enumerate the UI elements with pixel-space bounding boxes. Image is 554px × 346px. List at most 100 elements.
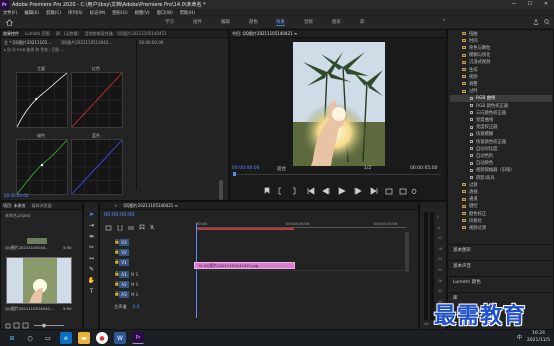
effects-item[interactable]: 自动颜色 (450, 160, 552, 167)
task-view-icon[interactable]: ▭ (42, 332, 54, 344)
razor-tool-icon[interactable]: ✂ (87, 243, 96, 252)
effects-item[interactable]: 过时 (450, 88, 552, 95)
effects-item[interactable]: 键控 (450, 203, 552, 210)
timeline-clip[interactable]: fx QQ图片20211105140421.jpg (194, 262, 295, 269)
panel-lumetri-color[interactable]: Lumetri 颜色 (449, 276, 552, 285)
effects-item[interactable]: 视频过渡 (450, 224, 552, 231)
workspace-color[interactable]: 颜色 (249, 19, 258, 25)
timeline-vertical-scrollbar[interactable] (405, 232, 409, 272)
track-label-v3[interactable]: V3 (119, 239, 129, 246)
ripple-edit-tool-icon[interactable]: ⇹ (87, 232, 96, 241)
menu-marker[interactable]: 标记(M) (90, 10, 106, 16)
workspace-assembly[interactable]: 组件 (193, 19, 202, 25)
search-icon[interactable] (544, 19, 550, 25)
workspace-libraries[interactable]: 库 (360, 19, 364, 25)
tab-source[interactable]: 源：(无剪辑) (56, 31, 79, 37)
tab-audio-clip-mixer[interactable]: 音频剪辑混合器：QQ图片20211105140421 (85, 31, 167, 37)
tab-lumetri-scopes[interactable]: Lumetri 范围 (25, 31, 50, 37)
program-scrubber[interactable] (233, 174, 441, 175)
master-curve[interactable] (16, 72, 68, 128)
timeline-timecode[interactable]: 00:00:00:00 (104, 212, 135, 218)
chrome-icon[interactable]: ● (96, 332, 108, 344)
effects-item[interactable]: 阴影/高光 (450, 174, 552, 181)
effects-item[interactable]: 三向颜色校正器 (450, 109, 552, 116)
project-item2-name[interactable]: QQ图片2021110514042... (5, 306, 54, 312)
effects-item[interactable]: 自动色阶 (450, 152, 552, 159)
menu-graphics[interactable]: 图形(G) (112, 10, 127, 16)
premiere-taskbar-icon[interactable]: Pr (132, 332, 144, 344)
effects-item[interactable]: 视频限幅器（旧版） (450, 167, 552, 174)
effects-item[interactable]: 时间 (450, 37, 552, 44)
menu-sequence[interactable]: 序列(S) (68, 10, 83, 16)
home-icon[interactable] (6, 19, 13, 26)
track-label-v2[interactable]: V2 (119, 249, 129, 256)
slip-tool-icon[interactable]: ↔ (87, 254, 96, 263)
minimize-button[interactable]: — (506, 0, 522, 9)
menu-clip[interactable]: 剪辑(C) (46, 10, 61, 16)
program-title[interactable]: 节目: QQ图片20211105140421 ≡ (232, 31, 297, 37)
workspace-audio[interactable]: 音频 (304, 19, 313, 25)
red-curve[interactable] (71, 72, 123, 128)
menu-help[interactable]: 帮助(H) (180, 10, 195, 16)
track-label-a3[interactable]: A3 (119, 291, 129, 298)
tab-project[interactable]: 项目: 未命名 (3, 203, 26, 209)
search-icon[interactable]: ○ (24, 332, 36, 344)
tab-effect-controls[interactable]: 效果控件 (3, 31, 19, 37)
playhead-marker[interactable] (233, 172, 236, 176)
effects-item[interactable]: RGB 颜色校正器 (450, 102, 552, 109)
effects-item[interactable]: 颜色校正 (450, 210, 552, 217)
effects-item[interactable]: RGB 曲线 (450, 94, 552, 102)
menu-file[interactable]: 文件(F) (3, 10, 17, 16)
effects-item[interactable]: 自动对比度 (450, 145, 552, 152)
tab-media-browser[interactable]: 媒体浏览器 (32, 203, 52, 209)
effects-item[interactable]: 调整 (450, 80, 552, 87)
windows-start-icon[interactable]: ⊞ (6, 332, 18, 344)
effects-item[interactable]: 通道 (450, 196, 552, 203)
scrollbar[interactable] (219, 180, 223, 200)
workspace-more-button[interactable]: » (443, 18, 446, 23)
effects-item[interactable]: 快速颜色校正器 (450, 138, 552, 145)
menu-window[interactable]: 窗口(W) (157, 10, 173, 16)
effects-item[interactable]: 视频 (450, 73, 552, 80)
file-explorer-icon[interactable]: ▬ (78, 332, 90, 344)
menu-view[interactable]: 视图(V) (135, 10, 150, 16)
timeline-sequence-tab[interactable]: QQ图片20211105140421 ≡ (123, 203, 178, 209)
edge-icon[interactable]: e (60, 332, 72, 344)
system-clock[interactable]: 16:24 2021/11/5 (527, 331, 550, 344)
effects-item[interactable]: 扭曲 (450, 30, 552, 37)
workspace-editing[interactable]: 编辑 (221, 19, 230, 25)
master-track-value[interactable]: 0.0 (133, 304, 140, 309)
effects-item[interactable]: 透视 (450, 188, 552, 195)
fit-dropdown[interactable]: 适合 (277, 166, 286, 172)
workspace-effects[interactable]: 效果 (276, 19, 285, 26)
selection-tool-icon[interactable]: ➤ (87, 210, 96, 219)
quick-export-icon[interactable] (533, 19, 539, 25)
program-timecode[interactable]: 00:00:00:00 (232, 166, 259, 171)
hand-tool-icon[interactable]: ✋ (87, 276, 96, 285)
workspace-learn[interactable]: 学习 (165, 19, 174, 25)
menu-edit[interactable]: 编辑(E) (24, 10, 39, 16)
close-button[interactable]: ✕ (538, 0, 554, 9)
effects-item[interactable]: 快速模糊 (450, 131, 552, 138)
input-language[interactable]: 中 (517, 334, 522, 341)
effects-item[interactable]: 生成 (450, 66, 552, 73)
effects-item[interactable]: 沉浸式视频 (450, 59, 552, 66)
effects-item[interactable]: 风格化 (450, 217, 552, 224)
type-tool-icon[interactable]: T (87, 287, 96, 296)
track-label-a2[interactable]: A2 (119, 281, 129, 288)
track-label-a1[interactable]: A1 (119, 271, 129, 278)
word-icon[interactable]: W (114, 332, 126, 344)
workspace-graphics[interactable]: 图形 (332, 19, 341, 25)
close-icon[interactable]: × (114, 203, 117, 208)
panel-basic-graphics[interactable]: 基本图形 (449, 244, 552, 253)
panel-basic-sound[interactable]: 基本声音 (449, 260, 552, 269)
effects-item[interactable]: 亮度曲线 (450, 116, 552, 123)
maximize-button[interactable]: ☐ (522, 0, 538, 9)
pen-tool-icon[interactable]: ✎ (87, 265, 96, 274)
work-area-bar[interactable] (196, 228, 294, 230)
effects-item[interactable]: 杂色与颗粒 (450, 44, 552, 51)
track-label-v1[interactable]: V1 (119, 259, 129, 266)
project-thumbnail[interactable] (6, 257, 72, 304)
track-select-tool-icon[interactable]: ⇥ (87, 221, 96, 230)
resolution-dropdown[interactable]: 1/2 (364, 166, 371, 171)
